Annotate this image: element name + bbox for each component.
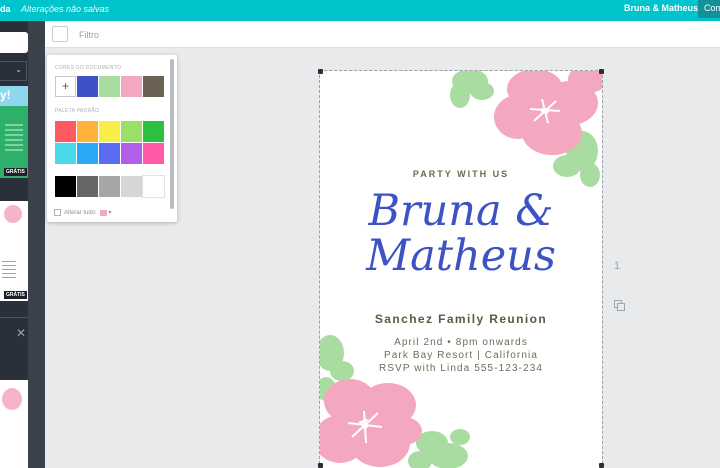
palette-swatch[interactable]: [77, 121, 98, 142]
palette-swatch[interactable]: [55, 121, 76, 142]
copy-icon[interactable]: [614, 300, 625, 314]
free-badge: GRÁTIS: [4, 168, 27, 176]
palette-swatch[interactable]: [77, 143, 98, 164]
event-rsvp[interactable]: RSVP with Linda 555-123-234: [320, 363, 602, 374]
palette-swatch[interactable]: [55, 143, 76, 164]
chevron-down-icon: ▾: [106, 210, 112, 217]
document-color-swatch[interactable]: [99, 76, 120, 97]
grayscale-swatch[interactable]: [77, 176, 98, 197]
close-icon[interactable]: ✕: [16, 326, 26, 340]
panel-divider: [0, 317, 28, 318]
unsaved-status: Alterações não salvas: [21, 4, 110, 14]
filter-button[interactable]: Filtro: [79, 30, 99, 40]
palette-swatch[interactable]: [121, 143, 142, 164]
resize-handle-top-left[interactable]: [318, 69, 323, 74]
color-picker-popup: CORES DO DOCUMENTO + PALETA PADRÃO Alter…: [47, 55, 177, 222]
thumbnail-flower: [2, 388, 22, 410]
thumbnail-heading: y!: [0, 88, 11, 102]
event-location[interactable]: Park Bay Resort | California: [320, 350, 602, 361]
document-color-swatch[interactable]: [77, 76, 98, 97]
change-all-label: Alterar tudo:: [64, 210, 97, 217]
search-input[interactable]: [0, 32, 28, 53]
grayscale-swatch[interactable]: [121, 176, 142, 197]
page-number: 1: [614, 260, 621, 272]
panel-scroll-track[interactable]: [28, 21, 45, 468]
add-color-button[interactable]: +: [55, 76, 76, 97]
resize-handle-bottom-right[interactable]: [599, 463, 604, 468]
names-line-2: Matheus: [366, 231, 556, 281]
grayscale-swatch[interactable]: [55, 176, 76, 197]
grayscale-swatch[interactable]: [99, 176, 120, 197]
event-name[interactable]: Sanchez Family Reunion: [320, 312, 602, 326]
document-color-swatch[interactable]: [121, 76, 142, 97]
event-date-time[interactable]: April 2nd • 8pm onwards: [320, 337, 602, 348]
share-button[interactable]: Com: [698, 0, 720, 18]
palette-swatch[interactable]: [99, 143, 120, 164]
thumbnail-text-lines: [5, 124, 23, 154]
design-page[interactable]: PARTY WITH US Bruna & Matheus Sanchez Fa…: [319, 70, 603, 468]
palette-swatch[interactable]: [99, 121, 120, 142]
change-all-swatch: [99, 209, 107, 216]
resize-handle-bottom-left[interactable]: [318, 463, 323, 468]
palette-swatch[interactable]: [143, 121, 164, 142]
chevron-down-icon: ⌄: [15, 65, 22, 74]
change-all-toggle[interactable]: Alterar tudo: ▾: [54, 209, 111, 216]
background-color-button[interactable]: [52, 26, 68, 42]
palette-swatch[interactable]: [143, 143, 164, 164]
resize-handle-top-right[interactable]: [599, 69, 604, 74]
template-thumbnail-floral-2[interactable]: [0, 380, 28, 468]
default-palette-label: PALETA PADRÃO: [55, 108, 100, 114]
template-thumbnail-floral[interactable]: GRÁTIS: [0, 201, 28, 301]
grayscale-swatch[interactable]: [142, 175, 165, 198]
names-line-1: Bruna &: [368, 186, 554, 236]
couple-names[interactable]: Bruna & Matheus: [320, 189, 602, 279]
document-colors-label: CORES DO DOCUMENTO: [55, 65, 122, 71]
popup-scrollbar[interactable]: [170, 59, 174, 209]
change-all-checkbox[interactable]: [54, 209, 61, 216]
document-color-swatch[interactable]: [143, 76, 164, 97]
left-panel: ⌄ y! GRÁTIS GRÁTIS ✕: [0, 21, 45, 468]
hibiscus-bottom: [320, 379, 422, 467]
menu-label-tail[interactable]: da: [0, 4, 11, 14]
design-title[interactable]: Bruna & Matheus: [624, 3, 698, 13]
free-badge: GRÁTIS: [4, 291, 27, 299]
top-bar: da Alterações não salvas Bruna & Matheus…: [0, 0, 720, 21]
thumbnail-flower: [4, 205, 22, 223]
invitation-kicker[interactable]: PARTY WITH US: [320, 169, 602, 179]
category-dropdown[interactable]: ⌄: [0, 61, 27, 81]
copy-icon-glyph: [614, 300, 625, 311]
palette-swatch[interactable]: [121, 121, 142, 142]
thumbnail-text-lines: [2, 261, 16, 281]
editor-toolbar: Filtro: [45, 21, 720, 48]
template-thumbnail-beach[interactable]: y! GRÁTIS: [0, 86, 28, 178]
